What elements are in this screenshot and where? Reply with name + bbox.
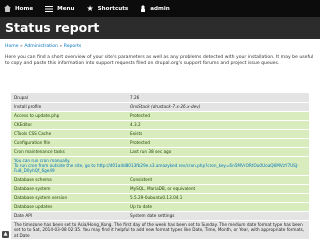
cron-url-text[interactable]: To run cron from outside the site, go to…: [14, 163, 298, 173]
breadcrumb-separator: »: [59, 44, 63, 49]
toolbar-shortcuts[interactable]: ★ Shortcuts: [86, 0, 128, 17]
row-title: Database updates: [11, 202, 127, 212]
row-value: Consistent: [127, 175, 309, 185]
table-row: The timezone has been set to Asia/Hong_K…: [11, 220, 309, 240]
breadcrumb-separator: »: [20, 44, 23, 49]
row-value: Up to date: [127, 202, 309, 212]
row-title: Cron maintenance tasks: [11, 147, 127, 157]
table-row: Configuration file Protected: [11, 138, 309, 148]
home-icon: [4, 5, 11, 12]
row-title: Access to update.php: [11, 111, 127, 121]
row-title: Database system version: [11, 193, 127, 203]
toolbar-home[interactable]: Home: [4, 0, 33, 17]
table-row: Install profile OnsStack (drustack-7.x-2…: [11, 102, 309, 112]
table-row: Database system MySQL, MariaDB, or equiv…: [11, 184, 309, 194]
row-title: Install profile: [11, 102, 127, 112]
breadcrumb: Home » Administration » Reports: [5, 44, 81, 49]
row-title: Date API: [11, 211, 127, 221]
row-value: Protected: [127, 111, 309, 121]
row-value: Last run 38 sec ago: [127, 147, 309, 157]
table-row: Database system version 5.5.29-0ubuntu0.…: [11, 193, 309, 203]
row-value: MySQL, MariaDB, or equivalent: [127, 184, 309, 194]
row-value: OnsStack (drustack-7.x-26.x-dev): [127, 102, 309, 112]
row-value: Protected: [127, 138, 309, 148]
table-row: Database schema Consistent: [11, 175, 309, 185]
row-value: 7.26: [127, 93, 309, 103]
cron-description: You can run cron manually. To run cron f…: [11, 156, 309, 176]
row-title: CTools CSS Cache: [11, 129, 127, 139]
row-value: 5.5.29-0ubuntu0.13.04.1: [127, 193, 309, 203]
table-row: Drupal 7.26: [11, 93, 309, 103]
table-row: Date API System date settings: [11, 211, 309, 221]
row-title: Database system: [11, 184, 127, 194]
row-title: Drupal: [11, 93, 127, 103]
toolbar-home-label: Home: [15, 5, 34, 12]
page-title: Status report: [5, 20, 100, 35]
date-api-description: The timezone has been set to Asia/Hong_K…: [11, 220, 309, 240]
toolbar-menu-label: Menu: [57, 5, 75, 12]
menu-icon: [45, 5, 54, 12]
breadcrumb-reports[interactable]: Reports: [64, 44, 82, 49]
page-header: Status report: [0, 17, 320, 39]
status-report-table: Drupal 7.26 Install profile OnsStack (dr…: [11, 93, 309, 240]
row-title: CKEditor: [11, 120, 127, 130]
intro-text: Here you can find a short overview of yo…: [5, 55, 314, 67]
table-row: Access to update.php Protected: [11, 111, 309, 121]
main-content: Home » Administration » Reports Here you…: [0, 39, 320, 240]
row-title: Configuration file: [11, 138, 127, 148]
table-row: You can run cron manually. To run cron f…: [11, 156, 309, 176]
admin-toolbar: Home Menu ★ Shortcuts admin: [0, 0, 320, 17]
run-cron-link[interactable]: You can run cron manually.: [14, 158, 70, 163]
row-value: Exists: [127, 129, 309, 139]
toolbar-user-label: admin: [150, 5, 170, 12]
row-value: 4.3.2: [127, 120, 309, 130]
row-value: System date settings: [127, 211, 309, 221]
breadcrumb-administration[interactable]: Administration: [24, 44, 58, 49]
table-row: CTools CSS Cache Exists: [11, 129, 309, 139]
toolbar-user[interactable]: admin: [140, 0, 170, 17]
row-title: Database schema: [11, 175, 127, 185]
user-icon: [140, 5, 147, 12]
scroll-up-icon[interactable]: ▲: [2, 231, 9, 238]
table-row: CKEditor 4.3.2: [11, 120, 309, 130]
table-row: Cron maintenance tasks Last run 38 sec a…: [11, 147, 309, 157]
toolbar-menu[interactable]: Menu: [45, 0, 74, 17]
breadcrumb-home[interactable]: Home: [5, 44, 19, 49]
toolbar-shortcuts-label: Shortcuts: [97, 5, 129, 12]
table-row: Database updates Up to date: [11, 202, 309, 212]
star-icon: ★: [86, 4, 94, 13]
